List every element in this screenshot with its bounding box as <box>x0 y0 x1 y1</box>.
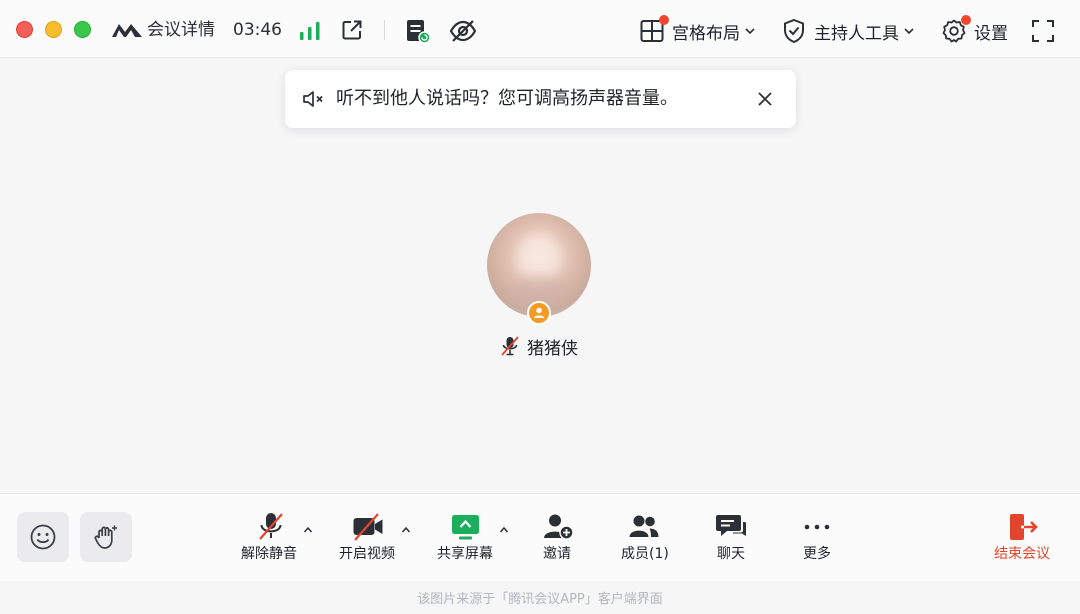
share-screen-button[interactable]: 共享屏幕 <box>434 512 514 566</box>
add-person-icon <box>544 514 574 540</box>
members-button[interactable]: 成员(1) <box>620 512 670 566</box>
settings-label: 设置 <box>974 23 1008 44</box>
chat-label: 聊天 <box>717 546 745 562</box>
signal-strength-icon[interactable] <box>299 22 321 40</box>
hide-view-icon[interactable] <box>449 18 477 44</box>
source-note: 该图片来源于「腾讯会议APP」客户端界面 <box>417 592 663 607</box>
exit-icon <box>1010 514 1038 540</box>
notification-dot <box>961 15 971 25</box>
invite-label: 邀请 <box>543 546 571 562</box>
minimize-window-button[interactable] <box>45 21 62 38</box>
share-screen-label: 共享屏幕 <box>437 546 493 562</box>
start-video-button[interactable]: 开启视频 <box>336 512 416 566</box>
more-label: 更多 <box>803 546 831 562</box>
mic-off-icon <box>259 513 283 540</box>
top-bar: 会议详情 03:46 宫格布局 主持人工具 设置 <box>0 0 1080 58</box>
zoom-window-button[interactable] <box>74 21 91 38</box>
mic-muted-icon <box>501 336 519 356</box>
raise-hand-button[interactable] <box>80 512 132 562</box>
chevron-up-icon[interactable] <box>499 526 509 534</box>
share-screen-icon <box>452 515 479 540</box>
chat-icon <box>716 515 746 536</box>
end-meeting-button[interactable]: 结束会议 <box>992 512 1054 566</box>
bottom-toolbar: 解除静音 开启视频 共享屏幕 邀请 成员(1) 聊天 更多 结束会议 <box>0 493 1080 581</box>
host-tools-button[interactable]: 主持人工具 <box>781 17 915 45</box>
host-tools-label: 主持人工具 <box>814 23 899 44</box>
meeting-info-title[interactable]: 会议详情 <box>147 19 215 41</box>
members-label: 成员(1) <box>621 546 669 562</box>
chat-button[interactable]: 聊天 <box>713 512 749 566</box>
volume-tip-message: 听不到他人说话吗？您可调高扬声器音量。 <box>336 88 678 109</box>
toolbar-divider <box>384 20 385 40</box>
close-icon[interactable] <box>756 90 774 108</box>
fullscreen-icon[interactable] <box>1031 19 1055 43</box>
unmute-label: 解除静音 <box>241 546 297 562</box>
participant-name-row: 猪猪侠 <box>500 334 578 359</box>
chevron-up-icon[interactable] <box>303 526 313 534</box>
speaker-muted-icon <box>303 91 323 107</box>
members-icon <box>629 515 659 537</box>
camera-off-icon <box>353 513 383 541</box>
close-window-button[interactable] <box>16 21 33 38</box>
chevron-down-icon <box>745 28 755 35</box>
grid-layout-button[interactable]: 宫格布局 <box>639 15 756 45</box>
chevron-down-icon <box>904 28 914 35</box>
notification-dot <box>659 15 669 25</box>
shield-icon <box>781 18 807 44</box>
reaction-button[interactable] <box>17 512 69 562</box>
invite-button[interactable]: 邀请 <box>537 512 579 566</box>
more-dots-icon <box>804 524 830 530</box>
host-badge-icon <box>527 301 551 325</box>
meeting-timer: 03:46 <box>233 20 282 40</box>
smiley-icon <box>30 524 56 550</box>
start-video-label: 开启视频 <box>339 546 395 562</box>
gear-icon <box>941 15 971 44</box>
more-button[interactable]: 更多 <box>800 512 834 566</box>
end-meeting-label: 结束会议 <box>994 546 1050 562</box>
meeting-notes-icon[interactable] <box>405 18 431 44</box>
popout-icon[interactable] <box>341 19 363 41</box>
grid-layout-icon <box>639 15 669 44</box>
volume-tip-banner: 听不到他人说话吗？您可调高扬声器音量。 <box>285 70 796 128</box>
participant-name: 猪猪侠 <box>527 338 578 359</box>
grid-layout-label: 宫格布局 <box>672 23 740 44</box>
tencent-meeting-logo-icon <box>112 24 142 37</box>
settings-button[interactable]: 设置 <box>941 15 1008 45</box>
unmute-button[interactable]: 解除静音 <box>236 512 316 566</box>
chevron-up-icon[interactable] <box>401 526 411 534</box>
raise-hand-icon <box>94 525 117 549</box>
